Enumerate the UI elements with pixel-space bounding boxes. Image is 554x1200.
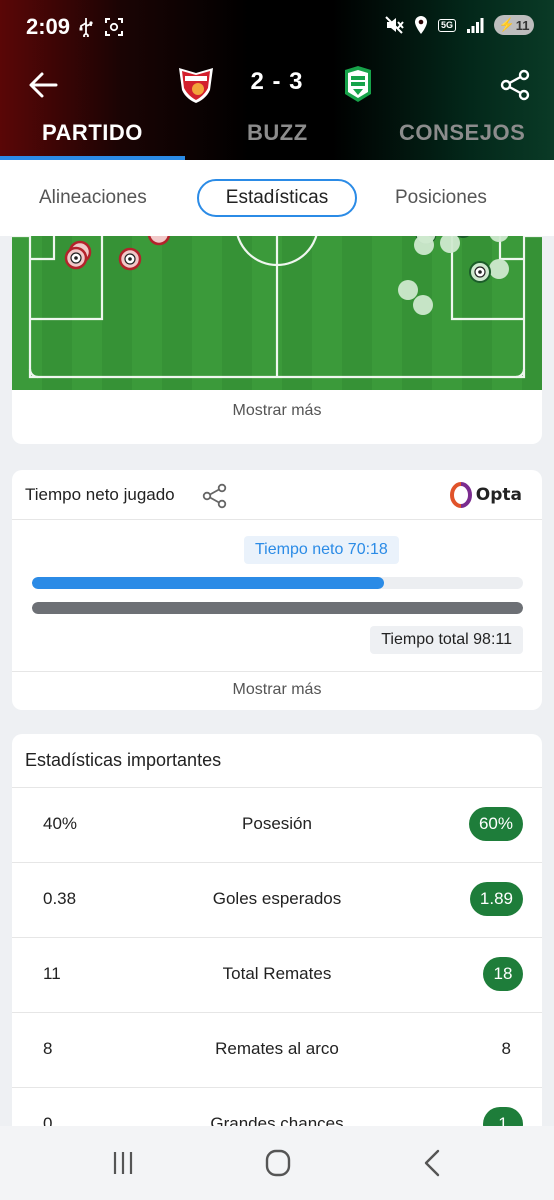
network-type-badge: 5G	[437, 18, 456, 32]
opta-mark-icon	[449, 482, 472, 508]
stat-label: Remates al arco	[215, 1039, 339, 1058]
screen: 2:09 5G ⚡ 11 2 - 3 PARTIDO BUZZ CONSEJOS…	[0, 0, 554, 1200]
subtab-estadisticas[interactable]: Estadísticas	[197, 179, 357, 217]
key-stats-card: Estadísticas importantes 40% Posesión 60…	[12, 734, 542, 1126]
stat-away-badge: 18	[483, 957, 523, 991]
tab-buzz[interactable]: BUZZ	[247, 120, 308, 146]
stat-label: Goles esperados	[212, 889, 342, 908]
away-team-crest[interactable]	[343, 64, 373, 104]
sub-tabs: Alineaciones Estadísticas Posiciones	[0, 160, 554, 236]
stat-label: Total Remates	[222, 964, 332, 983]
battery-indicator: ⚡ 11	[494, 15, 534, 35]
screenshot-icon	[105, 18, 123, 36]
shot-map-pitch	[12, 236, 542, 390]
back-nav-icon[interactable]	[413, 1148, 453, 1178]
total-time-label: Tiempo total 98:11	[370, 626, 523, 654]
content-scroll[interactable]: Mostrar más Tiempo neto jugado Opta Tiem…	[0, 236, 554, 1126]
match-header: 2:09 5G ⚡ 11 2 - 3 PARTIDO BUZZ CONSEJOS	[0, 0, 554, 160]
stat-row-goles-esperados[interactable]: 0.38 Goles esperados 1.89	[12, 862, 542, 937]
share-icon[interactable]	[498, 68, 532, 102]
status-right-icons: 5G ⚡ 11	[384, 15, 534, 35]
stat-row-posesion[interactable]: 40% Posesión 60%	[12, 787, 542, 862]
status-bar: 2:09 5G ⚡ 11	[0, 0, 554, 56]
status-left-icons	[78, 17, 124, 37]
net-time-show-more[interactable]: Mostrar más	[12, 681, 542, 699]
stat-label: Posesión	[242, 814, 312, 833]
tab-consejos[interactable]: CONSEJOS	[399, 120, 525, 146]
location-icon	[414, 16, 427, 34]
home-team-crest[interactable]	[176, 64, 216, 104]
mute-icon	[385, 16, 404, 34]
match-score: 2 - 3	[250, 68, 304, 95]
battery-level: 11	[515, 17, 530, 33]
net-time-bar	[32, 577, 523, 589]
back-arrow-icon[interactable]	[26, 68, 60, 102]
subtab-alineaciones[interactable]: Alineaciones	[39, 179, 147, 217]
match-row: 2 - 3	[0, 58, 554, 110]
share-icon[interactable]	[202, 483, 228, 509]
status-time: 2:09	[26, 14, 71, 39]
opta-text: Opta	[475, 485, 522, 505]
tab-partido[interactable]: PARTIDO	[42, 120, 143, 146]
stat-label: Grandes chances	[210, 1114, 344, 1126]
divider	[12, 519, 542, 520]
net-time-label: Tiempo neto 70:18	[244, 536, 399, 564]
stat-row-grandes-chances[interactable]: 0 Grandes chances 1	[12, 1087, 542, 1126]
net-time-bar-fill	[32, 577, 384, 589]
home-icon[interactable]	[258, 1148, 298, 1178]
main-tabs: PARTIDO BUZZ CONSEJOS	[0, 110, 554, 160]
charging-icon: ⚡	[498, 17, 515, 32]
signal-icon	[467, 18, 484, 33]
shot-map-card: Mostrar más	[12, 236, 542, 444]
stat-away-badge: 60%	[468, 807, 523, 841]
stat-away-badge: 1	[483, 1107, 523, 1126]
shot-map-show-more[interactable]: Mostrar más	[12, 402, 542, 420]
usb-icon	[79, 18, 93, 37]
recent-apps-icon[interactable]	[103, 1148, 143, 1178]
system-nav-bar	[0, 1126, 554, 1200]
subtab-posiciones[interactable]: Posiciones	[395, 179, 487, 217]
divider	[12, 671, 542, 672]
stat-away-value: 8	[501, 1039, 511, 1058]
stat-away-badge: 1.89	[469, 882, 523, 916]
net-time-title: Tiempo neto jugado	[25, 485, 175, 504]
stat-row-total-remates[interactable]: 11 Total Remates 18	[12, 937, 542, 1012]
total-time-bar-fill	[32, 602, 523, 614]
opta-logo: Opta	[449, 482, 522, 508]
key-stats-title: Estadísticas importantes	[25, 750, 222, 770]
stat-row-remates-al-arco[interactable]: 8 Remates al arco 8	[12, 1012, 542, 1087]
net-time-card: Tiempo neto jugado Opta Tiempo neto 70:1…	[12, 470, 542, 710]
total-time-bar	[32, 602, 523, 614]
